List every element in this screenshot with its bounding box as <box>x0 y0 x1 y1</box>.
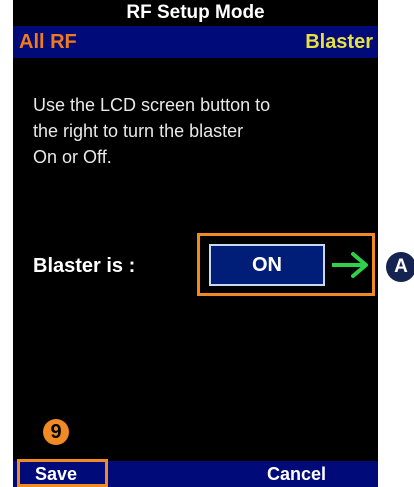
blaster-status-label: Blaster is : <box>33 255 136 277</box>
instructions-line: the right to turn the blaster <box>33 121 244 141</box>
callout-a-badge: A <box>386 252 414 282</box>
cancel-softkey[interactable]: Cancel <box>267 462 326 486</box>
header-blaster: Blaster <box>305 31 373 53</box>
header-bar: All RF Blaster <box>13 26 378 58</box>
instructions-line: On or Off. <box>33 147 112 167</box>
callout-9-badge: 9 <box>43 419 69 445</box>
title-bar: RF Setup Mode <box>13 0 378 26</box>
instructions-text: Use the LCD screen button to the right t… <box>33 92 333 170</box>
blaster-toggle-button[interactable]: ON <box>209 244 325 286</box>
remote-lcd-screen: RF Setup Mode All RF Blaster Use the LCD… <box>13 0 378 487</box>
right-arrow-icon <box>332 252 368 278</box>
save-highlight <box>17 459 108 487</box>
header-all-rf: All RF <box>19 31 77 53</box>
instructions-line: Use the LCD screen button to <box>33 95 271 115</box>
